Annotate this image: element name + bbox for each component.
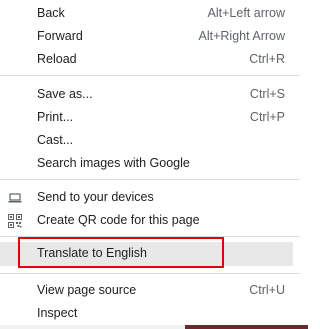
forward-shortcut: Alt+Right Arrow [198, 29, 286, 43]
qr-code-icon [8, 214, 22, 228]
menu-item-translate[interactable]: Translate to English [0, 242, 293, 266]
translate-label: Translate to English [37, 246, 148, 260]
menu-item-cast[interactable]: Cast... [0, 130, 293, 152]
menu-separator [0, 273, 300, 274]
menu-item-forward[interactable]: Forward Alt+Right Arrow [0, 26, 293, 48]
create-qr-label: Create QR code for this page [37, 213, 200, 227]
menu-item-inspect[interactable]: Inspect [0, 303, 293, 325]
save-as-label: Save as... [37, 87, 93, 101]
print-label: Print... [37, 110, 74, 124]
inspect-label: Inspect [37, 306, 78, 320]
context-menu: Back Alt+Left arrow Forward Alt+Right Ar… [0, 0, 308, 329]
menu-item-reload[interactable]: Reload Ctrl+R [0, 49, 293, 71]
cast-label: Cast... [37, 133, 74, 147]
back-label: Back [37, 6, 65, 20]
save-as-shortcut: Ctrl+S [249, 87, 285, 101]
menu-item-save-as[interactable]: Save as... Ctrl+S [0, 84, 293, 106]
menu-item-create-qr[interactable]: Create QR code for this page [0, 210, 293, 232]
reload-shortcut: Ctrl+R [249, 52, 285, 66]
view-source-label: View page source [37, 283, 137, 297]
menu-item-send-to-devices[interactable]: Send to your devices [0, 187, 293, 209]
menu-separator [0, 236, 300, 237]
laptop-icon [8, 191, 22, 205]
page-background-image-strip [185, 325, 308, 329]
search-images-label: Search images with Google [37, 156, 190, 170]
menu-item-view-source[interactable]: View page source Ctrl+U [0, 280, 293, 302]
send-to-devices-label: Send to your devices [37, 190, 154, 204]
print-shortcut: Ctrl+P [249, 110, 285, 124]
menu-item-back[interactable]: Back Alt+Left arrow [0, 3, 293, 25]
menu-item-print[interactable]: Print... Ctrl+P [0, 107, 293, 129]
reload-label: Reload [37, 52, 77, 66]
view-source-shortcut: Ctrl+U [249, 283, 285, 297]
menu-item-search-images[interactable]: Search images with Google [0, 153, 293, 175]
menu-separator [0, 75, 300, 76]
forward-label: Forward [37, 29, 83, 43]
menu-separator [0, 179, 300, 180]
back-shortcut: Alt+Left arrow [207, 6, 285, 20]
